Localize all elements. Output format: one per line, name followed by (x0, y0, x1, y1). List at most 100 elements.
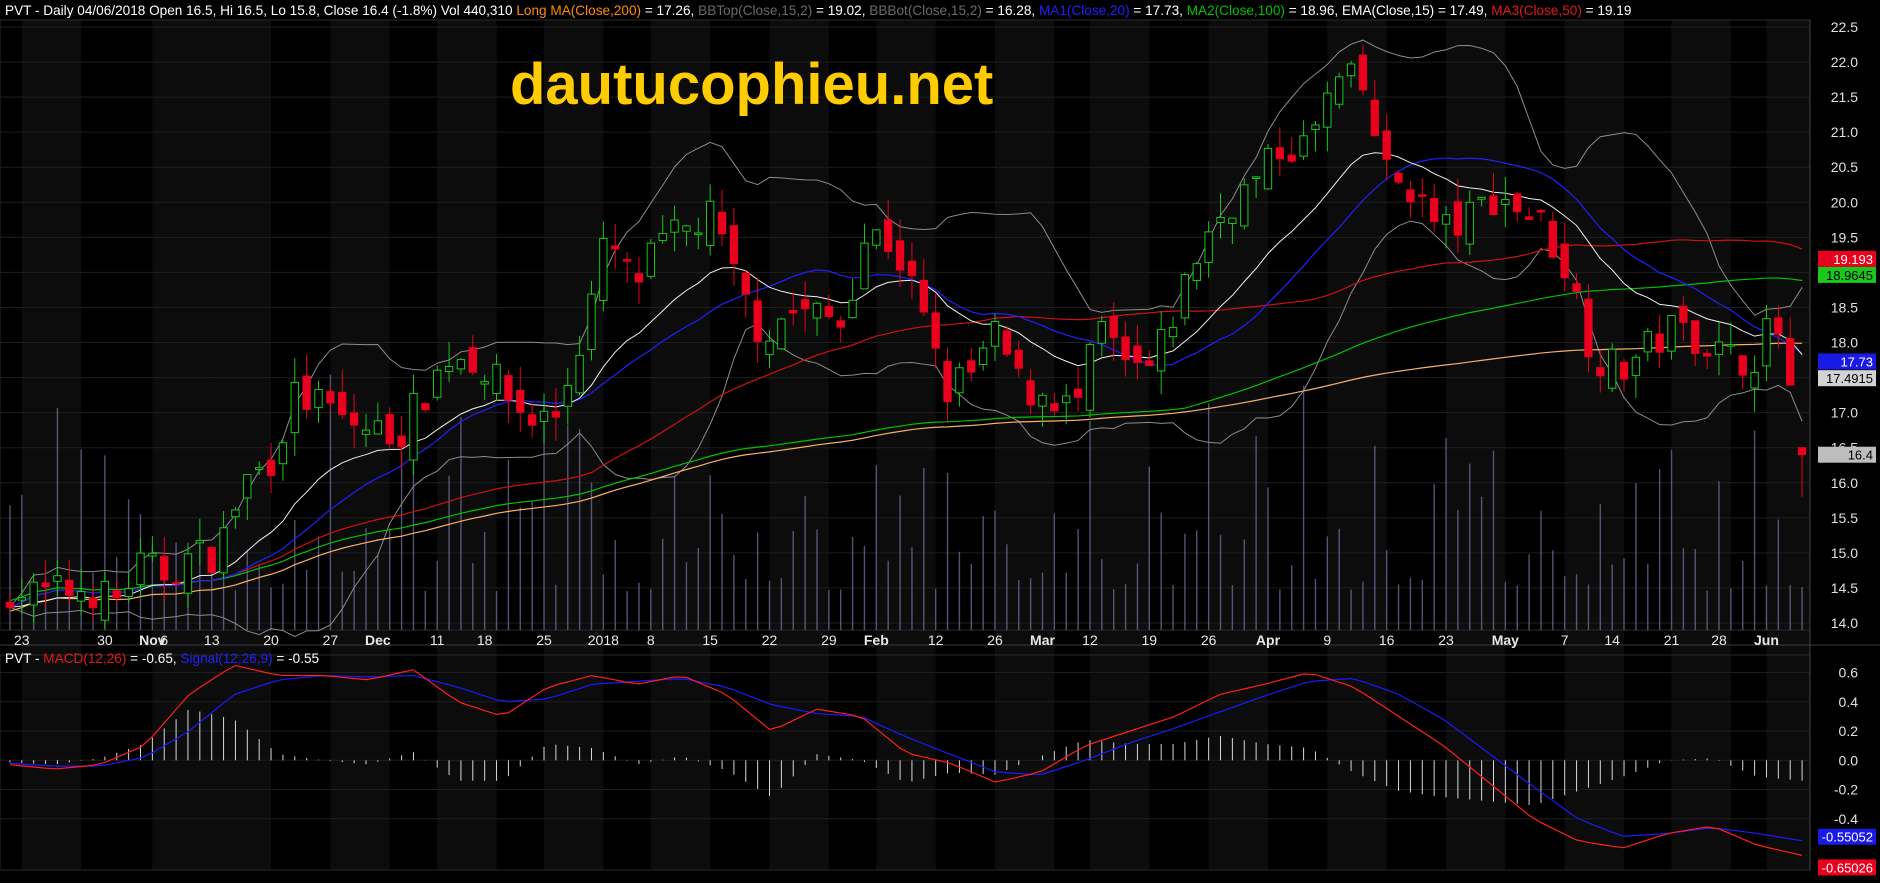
candle-up (1726, 344, 1736, 347)
macd-legend-label: MACD(12,26) (43, 651, 126, 666)
candle-up (1180, 274, 1190, 319)
time-band (211, 20, 272, 870)
candle-up (812, 302, 822, 319)
candle-up (587, 293, 596, 350)
date-tick-label: 16 (1379, 632, 1395, 648)
candle-up (1192, 263, 1201, 281)
price-tick-label: 18.5 (1831, 299, 1858, 315)
candle-down (349, 412, 359, 426)
candle-up (433, 369, 442, 398)
candle-down (1679, 305, 1688, 323)
candle-up (492, 363, 501, 394)
candle-up (765, 340, 774, 356)
candle-up (76, 591, 86, 602)
candle-up (1038, 394, 1047, 407)
candle-down (1738, 355, 1747, 376)
time-band (1327, 20, 1387, 870)
date-tick-label: 9 (1323, 632, 1331, 648)
candle-up (1216, 216, 1225, 224)
candle-up (373, 420, 383, 435)
date-tick-label: 26 (987, 632, 1003, 648)
candle-up (480, 381, 489, 385)
candle-up (1156, 328, 1166, 372)
macd-tick-label: -0.2 (1834, 782, 1858, 798)
candle-down (1797, 447, 1807, 456)
candle-up (1085, 344, 1095, 411)
candle-down (824, 305, 834, 317)
date-tick-label: May (1492, 632, 1519, 648)
candle-up (1714, 341, 1724, 355)
price-tag: 17.4915 (1818, 370, 1876, 387)
candle-up (1667, 314, 1676, 352)
price-tag: 16.4 (1818, 446, 1876, 463)
date-tick-label: 8 (647, 632, 655, 648)
macd-tick-label: 0.6 (1839, 665, 1859, 681)
candle-down (1370, 99, 1379, 137)
date-tick-label: 23 (14, 632, 30, 648)
macd-legend-sep: - (31, 651, 43, 666)
date-tick-label: Jun (1754, 632, 1779, 648)
time-band (995, 20, 1055, 870)
candle-down (895, 240, 905, 271)
time-band (21, 20, 82, 870)
date-tick-label: 6 (160, 632, 168, 648)
candle-up (646, 242, 656, 277)
date-tick-label: 12 (928, 632, 944, 648)
candle-up (694, 232, 703, 235)
price-tag: 17.73 (1818, 353, 1876, 370)
candle-up (1441, 214, 1451, 225)
candle-up (243, 474, 252, 499)
candle-up (183, 553, 193, 594)
date-tick-label: 12 (1082, 632, 1098, 648)
candle-down (5, 601, 15, 608)
candle-up (682, 225, 691, 232)
time-band (544, 20, 604, 870)
macd-tag-text: -0.55052 (1822, 830, 1873, 845)
legend-ma2-value: = 18.96, (1285, 3, 1342, 18)
candle-up (955, 367, 964, 394)
signal-legend-value: = -0.55 (273, 651, 319, 666)
candle-down (1287, 154, 1296, 162)
candle-up (1168, 326, 1178, 338)
price-tick-label: 20.0 (1831, 194, 1858, 210)
watermark: dautucophieu.net (510, 52, 993, 117)
time-band (1208, 20, 1268, 870)
time-band (1766, 20, 1810, 870)
legend-ema: EMA(Close,15) = 17.49, (1342, 3, 1491, 18)
candle-up (1097, 321, 1107, 344)
candle-down (884, 219, 893, 252)
macd-tick-label: 0.2 (1839, 723, 1859, 739)
legend-bbtop-value: = 19.02, (812, 3, 869, 18)
macd-tag: -0.65026 (1818, 859, 1876, 876)
date-tick-label: 22 (762, 632, 778, 648)
price-tick-label: 19.5 (1831, 229, 1858, 245)
candle-up (1762, 318, 1771, 367)
time-band (1671, 20, 1731, 870)
date-tick-label: 19 (1142, 632, 1158, 648)
date-tick-label: 13 (204, 632, 220, 648)
candle-up (1240, 184, 1249, 227)
candle-down (1358, 54, 1368, 91)
candle-down (1774, 317, 1783, 335)
candle-down (1524, 216, 1534, 220)
date-tick-label: 20 (263, 632, 279, 648)
candle-down (1275, 147, 1285, 160)
candle-down (1121, 336, 1130, 361)
candle-up (539, 410, 549, 422)
candle-down (907, 260, 917, 276)
date-tick-label: 15 (702, 632, 718, 648)
candle-up (1465, 201, 1474, 245)
macd-tick-label: -0.4 (1834, 811, 1858, 827)
candle-down (1584, 298, 1593, 358)
time-band (1564, 20, 1625, 870)
candle-down (1548, 221, 1558, 258)
candle-up (444, 366, 454, 372)
candle-up (254, 467, 264, 471)
candle-up (148, 552, 157, 557)
candle-up (1607, 348, 1617, 389)
candle-up (1631, 356, 1641, 376)
candle-up (100, 580, 110, 621)
price-tag-text: 17.73 (1840, 354, 1873, 369)
candle-up (1501, 199, 1510, 205)
candle-up (290, 382, 299, 434)
